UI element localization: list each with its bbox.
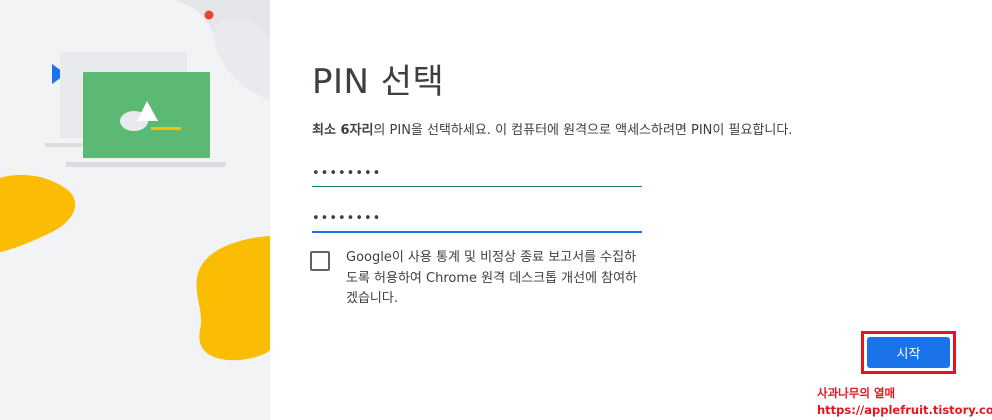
- consent-label: Google이 사용 통계 및 비정상 종료 보고서를 수집하도록 허용하여 C…: [346, 250, 638, 306]
- yellow-blob-bottom: [196, 236, 270, 361]
- yellow-underline-shape: [151, 127, 181, 130]
- start-button[interactable]: 시작: [867, 337, 950, 368]
- page-title: PIN 선택: [312, 62, 445, 102]
- background-blob-shape-2: [215, 18, 270, 100]
- watermark: 사과나무의 열매 https://applefruit.tistory.com/: [817, 385, 992, 419]
- consent-checkbox[interactable]: [310, 251, 330, 271]
- pin-description-bold: 최소 6자리: [312, 123, 374, 138]
- pin-description: 최소 6자리의 PIN을 선택하세요. 이 컴퓨터에 원격으로 액세스하려면 P…: [312, 119, 792, 138]
- watermark-url: https://applefruit.tistory.com/: [817, 403, 992, 417]
- yellow-blob-top: [0, 174, 76, 252]
- red-dot-icon: [204, 10, 214, 20]
- watermark-title: 사과나무의 열매: [817, 386, 896, 400]
- illustration-panel: [0, 0, 270, 420]
- laptop-base: [66, 162, 226, 167]
- remote-desktop-illustration: [0, 0, 270, 361]
- pin-confirm-input[interactable]: [312, 207, 642, 233]
- pin-input[interactable]: [312, 163, 642, 187]
- pin-description-rest: 의 PIN을 선택하세요. 이 컴퓨터에 원격으로 액세스하려면 PIN이 필요…: [373, 123, 793, 138]
